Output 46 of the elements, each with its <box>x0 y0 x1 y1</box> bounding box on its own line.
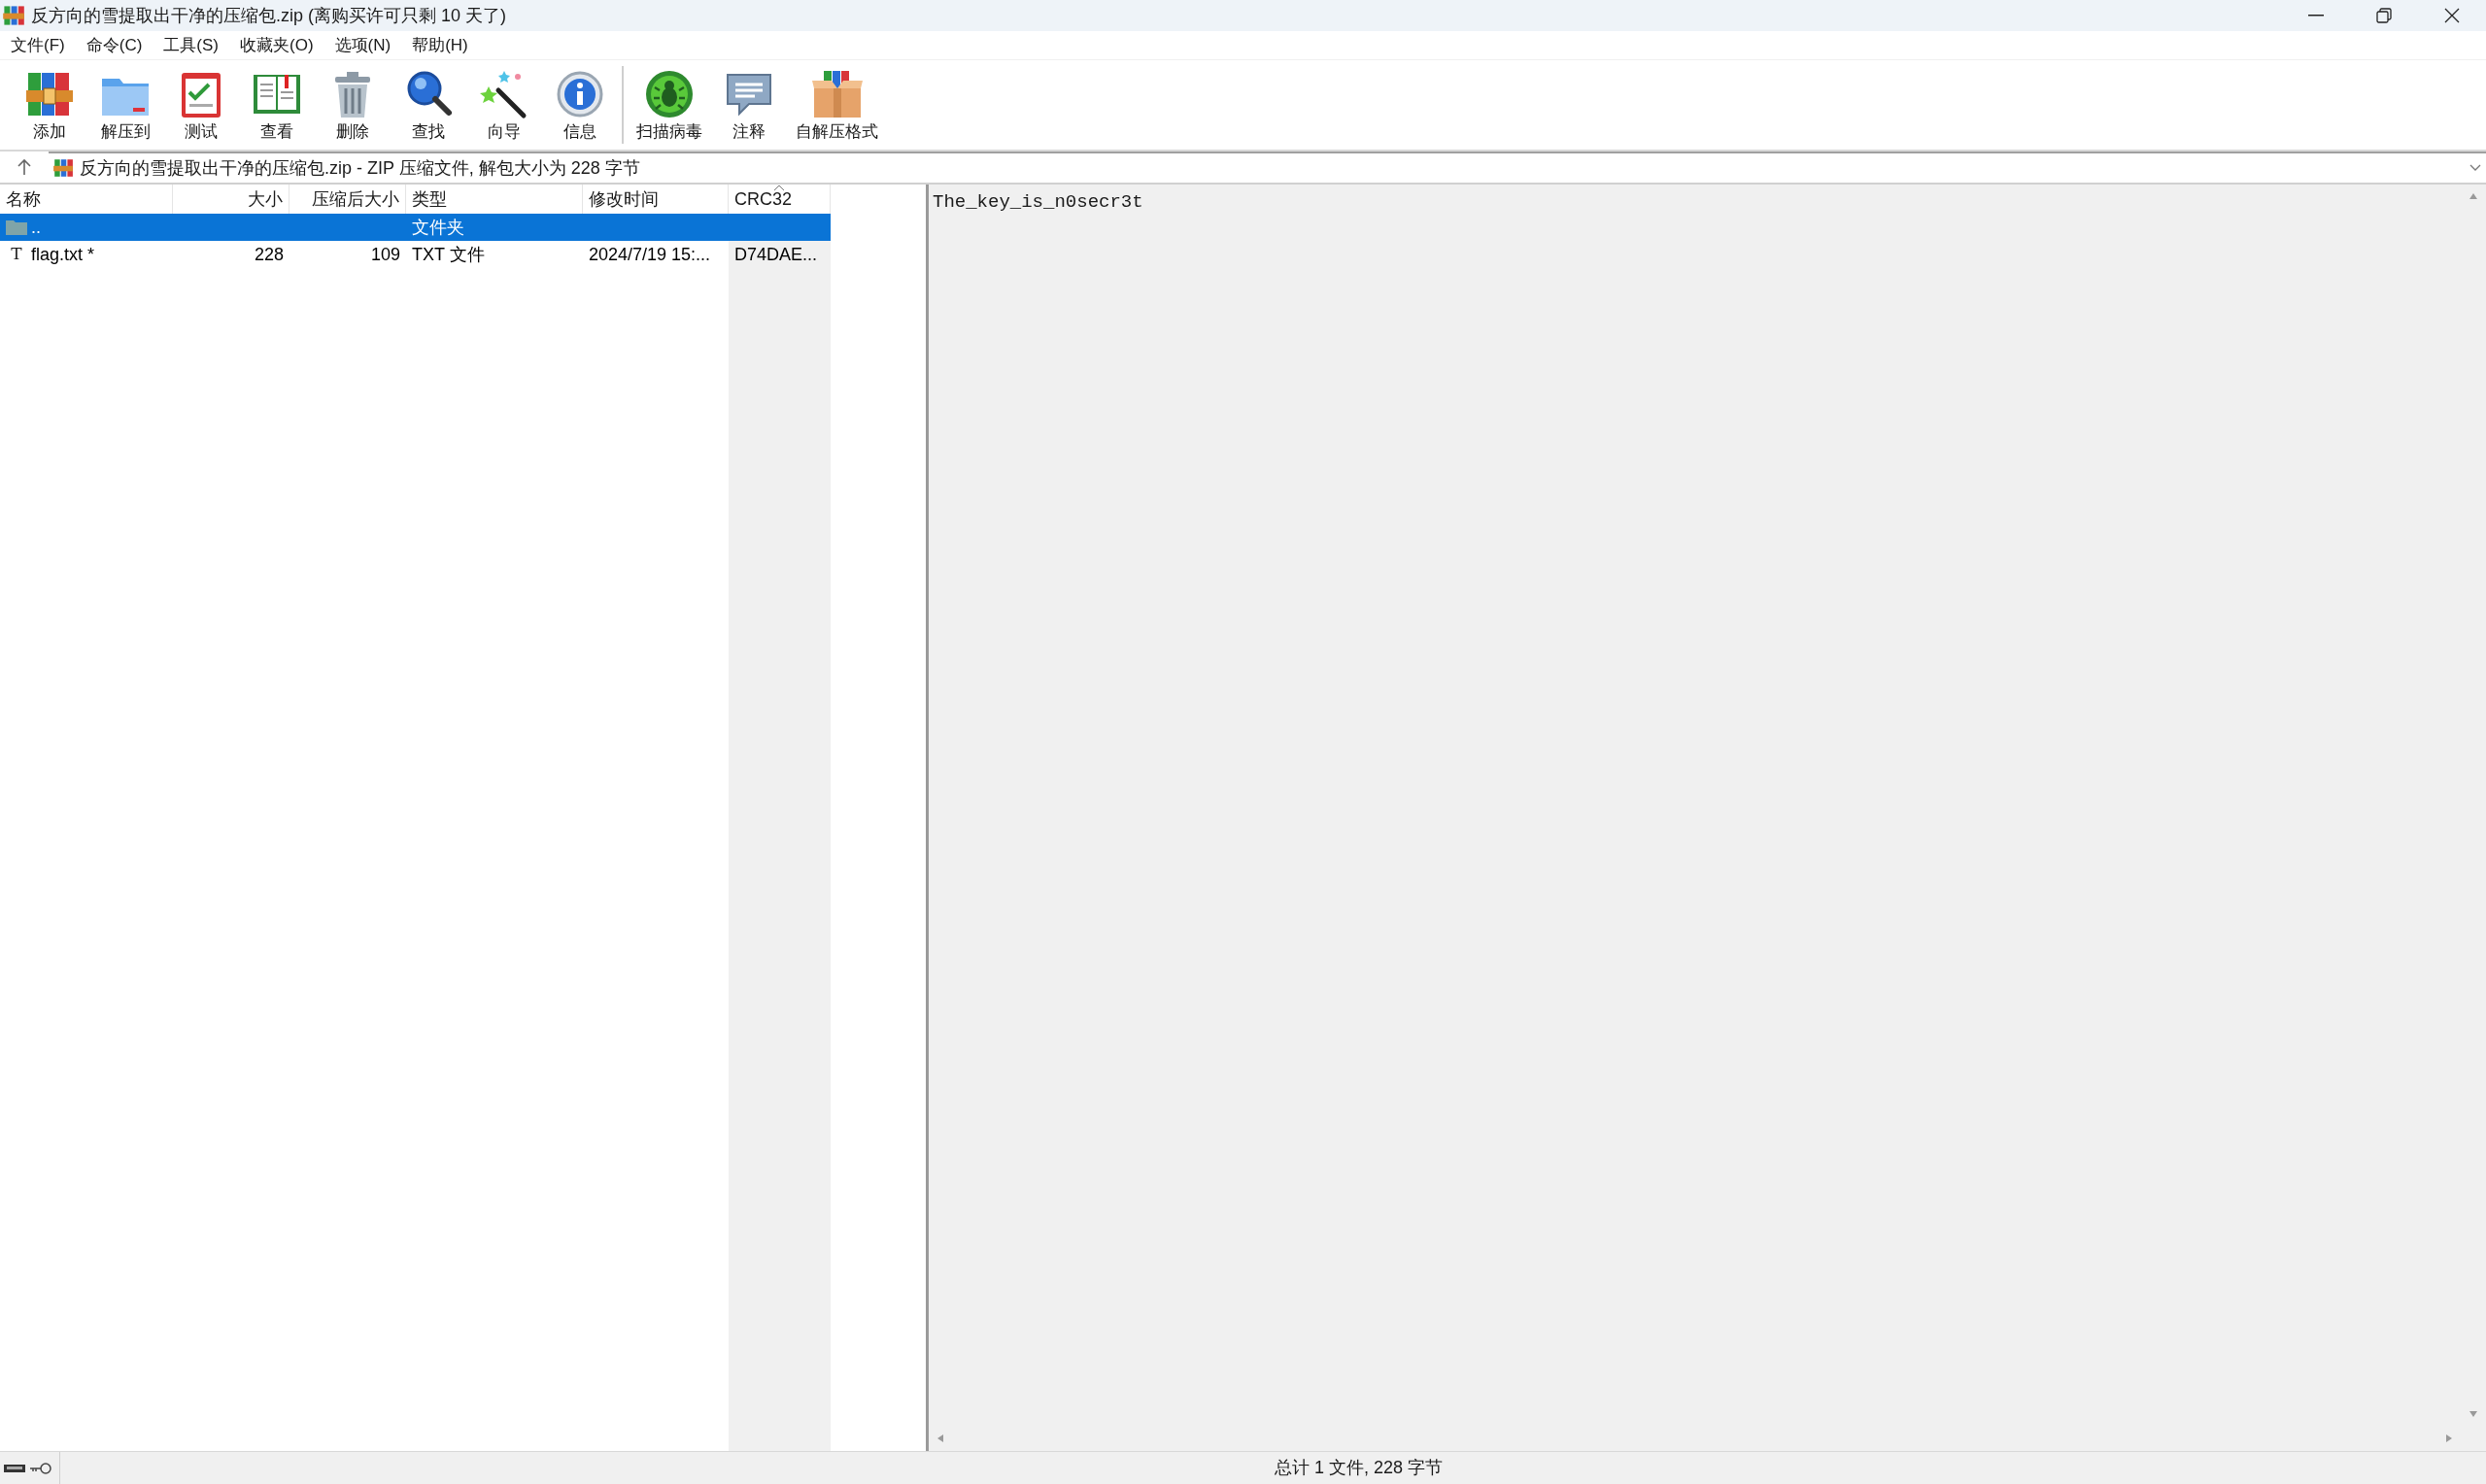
toolbar-button[interactable]: 查找 <box>391 67 466 143</box>
sort-caret-icon <box>773 185 785 191</box>
scroll-right-icon <box>2445 1433 2453 1443</box>
toolbar-button[interactable]: 测试 <box>163 67 239 143</box>
restore-icon <box>2376 8 2392 23</box>
table-cell-text: 109 <box>370 243 400 266</box>
folder-icon <box>6 219 27 235</box>
toolbar-button[interactable]: 信息 <box>542 67 618 143</box>
scroll-left-icon <box>937 1433 944 1443</box>
toolbar-button[interactable]: 注释 <box>711 67 787 143</box>
toolbar-button[interactable]: 添加 <box>12 67 87 143</box>
status-text: 总计 1 文件, 228 字节 <box>1275 1457 1444 1479</box>
archive-icon <box>52 157 74 179</box>
table-cell-text: 文件夹 <box>412 216 464 239</box>
menu-item[interactable]: 文件(F) <box>4 32 72 58</box>
keyboard-icon <box>3 1462 26 1474</box>
table-cell-text: 228 <box>254 243 284 266</box>
table-cell-text: 2024/7/19 15:... <box>589 243 711 266</box>
dropdown-caret-icon <box>2469 163 2482 173</box>
file-name: .. <box>31 216 41 239</box>
window-title: 反方向的雪提取出干净的压缩包.zip (离购买许可只剩 10 天了) <box>31 4 507 27</box>
menu-item[interactable]: 帮助(H) <box>405 32 475 58</box>
toolbar-button[interactable]: 解压到 <box>87 67 163 143</box>
file-name: flag.txt * <box>31 243 95 266</box>
menu-item[interactable]: 收藏夹(O) <box>233 32 321 58</box>
scroll-down-icon <box>2469 1410 2478 1418</box>
file-row[interactable]: T flag.txt * 228 109 TXT 文件 2024/7/19 15:... D74DAE... <box>0 241 831 268</box>
menu-item[interactable]: 命令(C) <box>79 32 150 58</box>
menu-item[interactable]: 选项(N) <box>327 32 398 58</box>
table-cell-text: D74DAE... <box>734 243 818 266</box>
file-row[interactable]: .. 文件夹 <box>0 214 831 241</box>
menu-item[interactable]: 工具(S) <box>156 32 225 58</box>
key-icon <box>29 1460 52 1476</box>
toolbar-button[interactable]: 向导 <box>466 67 542 143</box>
toolbar-button[interactable]: 扫描病毒 <box>628 67 711 143</box>
toolbar-button[interactable]: 自解压格式 <box>787 67 887 143</box>
preview-text: The_key_is_n0secr3t <box>933 191 1143 213</box>
toolbar-button[interactable]: 查看 <box>239 67 315 143</box>
file-type-icon: T <box>6 242 27 267</box>
scroll-up-icon <box>2469 192 2478 200</box>
minimize-icon <box>2308 15 2324 17</box>
close-icon <box>2444 8 2460 23</box>
toolbar-button[interactable]: 删除 <box>315 67 391 143</box>
archive-icon <box>2 4 25 27</box>
table-cell-text: TXT 文件 <box>412 243 485 266</box>
up-arrow-icon <box>17 158 32 176</box>
